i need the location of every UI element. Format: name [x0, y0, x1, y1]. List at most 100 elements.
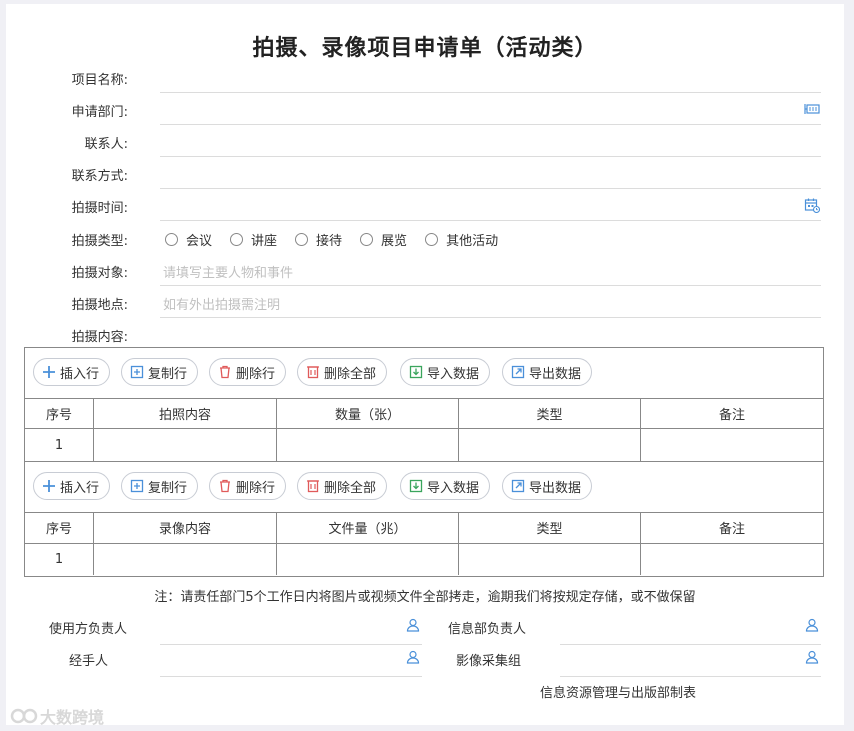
image-group-label: 影像采集组: [456, 654, 522, 669]
field-project-name: 项目名称:: [6, 61, 844, 93]
header-cell: 类型: [459, 398, 641, 428]
form-title: 拍摄、录像项目申请单（活动类）: [252, 36, 598, 61]
handler-input[interactable]: [160, 676, 422, 677]
header-cell: 序号: [25, 398, 94, 428]
field-department: 申请部门:: [6, 93, 844, 125]
header-cell: 类型: [459, 512, 641, 543]
radio-circle[interactable]: [360, 233, 374, 246]
image-group-input[interactable]: [560, 676, 821, 677]
org-picker-icon[interactable]: [804, 101, 820, 117]
user-picker-icon[interactable]: [805, 650, 819, 664]
export-data-button[interactable]: 导出数据: [502, 358, 593, 386]
import-data-button[interactable]: 导入数据: [400, 472, 491, 500]
field-shoot-type: 拍摄类型: 会议 讲座 接待 展览 其他活动: [6, 222, 844, 254]
department-label: 申请部门:: [71, 105, 128, 120]
watermark: 大数跨境: [10, 704, 104, 728]
delete-row-button[interactable]: 删除行: [209, 358, 287, 386]
user-picker-icon[interactable]: [406, 650, 420, 664]
plus-icon: [43, 480, 55, 492]
delete-all-button[interactable]: 删除全部: [297, 472, 388, 500]
header-cell: 备注: [718, 522, 745, 537]
import-icon: [409, 365, 423, 379]
radio-circle[interactable]: [165, 233, 178, 246]
handler-label: 经手人: [69, 654, 109, 669]
header-cell: 序号: [25, 512, 94, 543]
insert-row-button[interactable]: 插入行: [33, 358, 111, 386]
user-picker-icon[interactable]: [406, 618, 420, 632]
project-name-label: 项目名称:: [71, 73, 128, 88]
trash-icon: [220, 479, 230, 493]
insert-row-button[interactable]: 插入行: [33, 472, 111, 500]
table-row: 1: [25, 429, 823, 462]
trash-icon: [220, 365, 230, 379]
photo-content-cell[interactable]: [94, 429, 277, 461]
export-icon: [511, 365, 525, 379]
shoot-time-input[interactable]: [160, 220, 821, 221]
copy-icon: [130, 479, 144, 493]
radio-other-activity[interactable]: 其他活动: [425, 230, 498, 249]
photo-quantity-cell[interactable]: [277, 429, 459, 461]
video-type-cell[interactable]: [459, 544, 641, 575]
sig-handler: 经手人: [6, 650, 426, 680]
header-cell: 数量（张）: [277, 398, 459, 428]
import-data-button[interactable]: 导入数据: [400, 358, 491, 386]
shoot-target-placeholder: 请填写主要人物和事件: [163, 266, 294, 281]
sig-user-lead: 使用方负责人: [6, 618, 426, 648]
field-shoot-location: 拍摄地点: 如有外出拍摄需注明: [6, 286, 844, 318]
info-lead-input[interactable]: [560, 644, 821, 645]
watermark-logo-icon: [10, 708, 38, 724]
field-shoot-time: 拍摄时间:: [6, 189, 844, 221]
info-lead-label: 信息部负责人: [448, 622, 527, 637]
delete-all-button[interactable]: 删除全部: [297, 358, 388, 386]
shoot-target-label: 拍摄对象:: [71, 266, 128, 281]
import-icon: [409, 479, 423, 493]
delete-row-button[interactable]: 删除行: [209, 472, 287, 500]
header-cell: 录像内容: [94, 512, 277, 543]
radio-circle[interactable]: [425, 233, 439, 246]
radio-meeting[interactable]: 会议: [165, 230, 212, 249]
video-table-header: 序号 录像内容 文件量（兆） 类型 备注: [25, 512, 823, 544]
photo-remark-cell[interactable]: [641, 429, 823, 461]
video-size-cell[interactable]: [277, 544, 459, 575]
radio-exhibition[interactable]: 展览: [360, 230, 407, 249]
video-toolbar: 插入行 复制行 删除行 删除全部 导入数据 导出数据: [25, 462, 823, 513]
export-icon: [511, 479, 525, 493]
delete-all-icon: [307, 480, 319, 493]
sig-image-group: 影像采集组: [426, 650, 844, 680]
table-row: 1: [25, 544, 823, 575]
shoot-time-label: 拍摄时间:: [71, 201, 128, 216]
calendar-icon[interactable]: [804, 197, 820, 213]
shoot-type-label: 拍摄类型:: [71, 234, 128, 249]
export-data-button[interactable]: 导出数据: [502, 472, 593, 500]
field-shoot-content: 拍摄内容:: [6, 318, 844, 350]
radio-reception[interactable]: 接待: [295, 230, 342, 249]
header-cell: 拍照内容: [94, 398, 277, 428]
header-cell: 文件量（兆）: [277, 512, 459, 543]
header-cell: 备注: [718, 407, 745, 423]
plus-icon: [43, 366, 55, 378]
user-lead-input[interactable]: [160, 644, 422, 645]
copy-row-button[interactable]: 复制行: [121, 472, 199, 500]
shoot-location-label: 拍摄地点:: [71, 298, 128, 313]
user-picker-icon[interactable]: [805, 618, 819, 632]
field-contact: 联系人:: [6, 125, 844, 157]
photo-type-cell[interactable]: [459, 429, 641, 461]
photo-toolbar: 插入行 复制行 删除行 删除全部 导入数据 导出数据: [25, 348, 823, 399]
row-index: 1: [25, 429, 94, 461]
video-content-cell[interactable]: [94, 544, 277, 575]
field-contact-method: 联系方式:: [6, 157, 844, 189]
contact-method-label: 联系方式:: [71, 169, 128, 184]
watermark-text: 大数跨境: [40, 708, 105, 727]
content-tables: 插入行 复制行 删除行 删除全部 导入数据 导出数据 序号 拍照内容 数量（张）…: [24, 347, 824, 577]
radio-lecture[interactable]: 讲座: [230, 230, 277, 249]
radio-circle[interactable]: [295, 233, 309, 246]
delete-all-icon: [307, 366, 319, 379]
video-remark-cell[interactable]: [641, 544, 823, 575]
form-page: 拍摄、录像项目申请单（活动类） 项目名称: 申请部门: 联系人: 联系方式: 拍…: [6, 4, 844, 728]
copy-icon: [130, 365, 144, 379]
sig-info-lead: 信息部负责人: [426, 618, 844, 648]
radio-circle[interactable]: [230, 233, 244, 246]
copy-row-button[interactable]: 复制行: [121, 358, 199, 386]
shoot-content-label: 拍摄内容:: [71, 330, 128, 345]
contact-label: 联系人:: [84, 137, 128, 152]
